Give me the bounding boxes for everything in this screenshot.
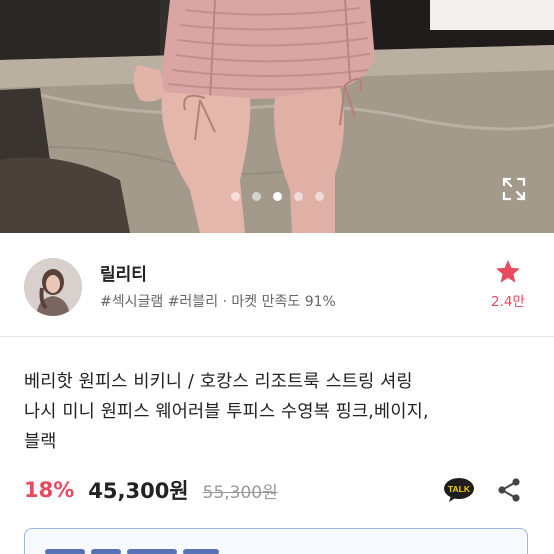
carousel-dot[interactable] — [230, 192, 240, 201]
star-icon — [496, 259, 520, 283]
price-row: 18% 45,300원 55,300원 — [24, 473, 278, 507]
info-card-content — [45, 549, 245, 554]
original-price: 55,300원 — [202, 482, 278, 503]
talk-button[interactable]: TALK — [443, 477, 475, 503]
favorite-button[interactable]: 2.4만 — [484, 259, 532, 310]
carousel-dot[interactable] — [251, 192, 261, 201]
product-image[interactable] — [0, 0, 554, 233]
seller-name[interactable]: 릴리티 — [100, 260, 147, 285]
seller-tags: #섹시글램 #러블리 · 마켓 만족도 91% — [100, 294, 336, 310]
sale-price: 45,300원 — [88, 479, 189, 503]
carousel-dot-active[interactable] — [272, 192, 282, 201]
info-card[interactable] — [24, 528, 528, 554]
seller-info[interactable]: 릴리티 #섹시글램 #러블리 · 마켓 만족도 91% 2.4만 — [0, 233, 554, 337]
seller-avatar[interactable] — [24, 258, 82, 316]
share-icon — [498, 478, 520, 502]
product-title-line: 베리핫 원피스 비키니 / 호캉스 리조트룩 스트링 셔링 — [24, 372, 413, 392]
expand-button[interactable] — [499, 174, 529, 204]
talk-label: TALK — [448, 484, 471, 494]
kakaotalk-icon: TALK — [444, 478, 474, 502]
carousel-dot[interactable] — [314, 192, 324, 201]
discount-rate: 18% — [24, 478, 75, 502]
product-title-line: 나시 미니 원피스 웨어러블 투피스 수영복 핑크,베이지, — [24, 402, 429, 422]
avatar-image — [24, 258, 82, 316]
product-title-line: 블랙 — [24, 432, 57, 452]
carousel-indicator — [0, 192, 554, 201]
expand-icon — [502, 177, 526, 201]
share-button[interactable] — [496, 477, 522, 503]
product-title: 베리핫 원피스 비키니 / 호캉스 리조트룩 스트링 셔링 나시 미니 원피스 … — [24, 367, 534, 457]
favorite-count: 2.4만 — [491, 294, 525, 310]
carousel-dot[interactable] — [293, 192, 303, 201]
